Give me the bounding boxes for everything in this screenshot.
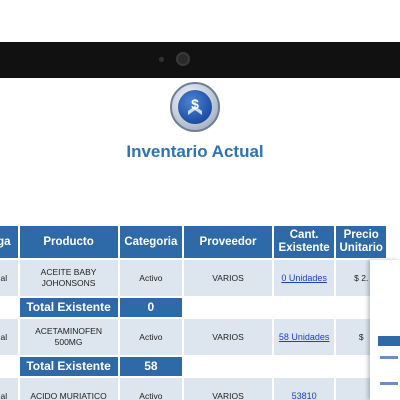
cell-cantidad: 0 Unidades xyxy=(273,260,335,296)
camera-icon xyxy=(176,52,190,66)
inventory-page: $ Inventario Actual ga Producto Categori… xyxy=(0,78,400,400)
table-row: al ACETAMINOFEN 500MG Activo VARIOS 58 U… xyxy=(0,319,386,355)
cell-categoria: Activo xyxy=(119,260,183,296)
cell-proveedor: VARIOS xyxy=(184,378,272,400)
inventory-table: ga Producto Categoria Proveedor Cant. Ex… xyxy=(0,224,388,400)
sensor-dot xyxy=(159,57,164,62)
cell-producto: ACEITE BABY JOHONSONS xyxy=(19,260,118,296)
column-header-proveedor: Proveedor xyxy=(184,226,272,258)
device-top-bezel xyxy=(0,42,400,78)
total-row: Total Existente 58 xyxy=(0,357,386,376)
column-header-categoria-cut: ga xyxy=(0,226,18,258)
cell-proveedor: VARIOS xyxy=(184,319,272,355)
total-label: Total Existente xyxy=(19,357,118,376)
total-row: Total Existente 0 xyxy=(0,298,386,317)
cell-cantidad: 58 Unidades xyxy=(273,319,335,355)
cell-categoria: Activo xyxy=(119,319,183,355)
table-row: al ACIDO MURIATICO Activo VARIOS 53810 xyxy=(0,378,386,400)
column-header-precio: Precio Unitario xyxy=(336,226,386,258)
cantidad-link[interactable]: 53810 xyxy=(292,391,317,400)
total-value: 0 xyxy=(119,298,183,317)
total-spacer xyxy=(273,298,335,317)
total-spacer xyxy=(0,357,18,376)
table-row: al ACEITE BABY JOHONSONS Activo VARIOS 0… xyxy=(0,260,386,296)
total-spacer xyxy=(184,298,272,317)
cell-c: al xyxy=(0,319,18,355)
column-header-cantidad: Cant. Existente xyxy=(273,226,335,258)
dollar-logo-icon: $ xyxy=(170,82,220,132)
total-spacer xyxy=(273,357,335,376)
cell-c: al xyxy=(0,378,18,400)
cell-c: al xyxy=(0,260,18,296)
column-header-categoria: Categoria xyxy=(119,226,183,258)
total-spacer xyxy=(0,298,18,317)
cell-cantidad: 53810 xyxy=(273,378,335,400)
cantidad-link[interactable]: 58 Unidades xyxy=(279,332,330,342)
overlay-header xyxy=(378,336,400,346)
cell-categoria: Activo xyxy=(119,378,183,400)
cell-producto: ACIDO MURIATICO xyxy=(19,378,118,400)
column-header-producto: Producto xyxy=(19,226,118,258)
cell-proveedor: VARIOS xyxy=(184,260,272,296)
svg-text:$: $ xyxy=(191,96,199,112)
cantidad-link[interactable]: 0 Unidades xyxy=(281,273,327,283)
page-title: Inventario Actual xyxy=(126,142,264,161)
overlapping-window[interactable] xyxy=(370,260,400,400)
cell-producto: ACETAMINOFEN 500MG xyxy=(19,319,118,355)
overlay-line xyxy=(380,356,398,359)
dollar-sign-icon: $ xyxy=(188,96,202,115)
total-spacer xyxy=(184,357,272,376)
total-label: Total Existente xyxy=(19,298,118,317)
table-header-row: ga Producto Categoria Proveedor Cant. Ex… xyxy=(0,226,386,258)
overlay-line xyxy=(380,382,398,385)
total-value: 58 xyxy=(119,357,183,376)
